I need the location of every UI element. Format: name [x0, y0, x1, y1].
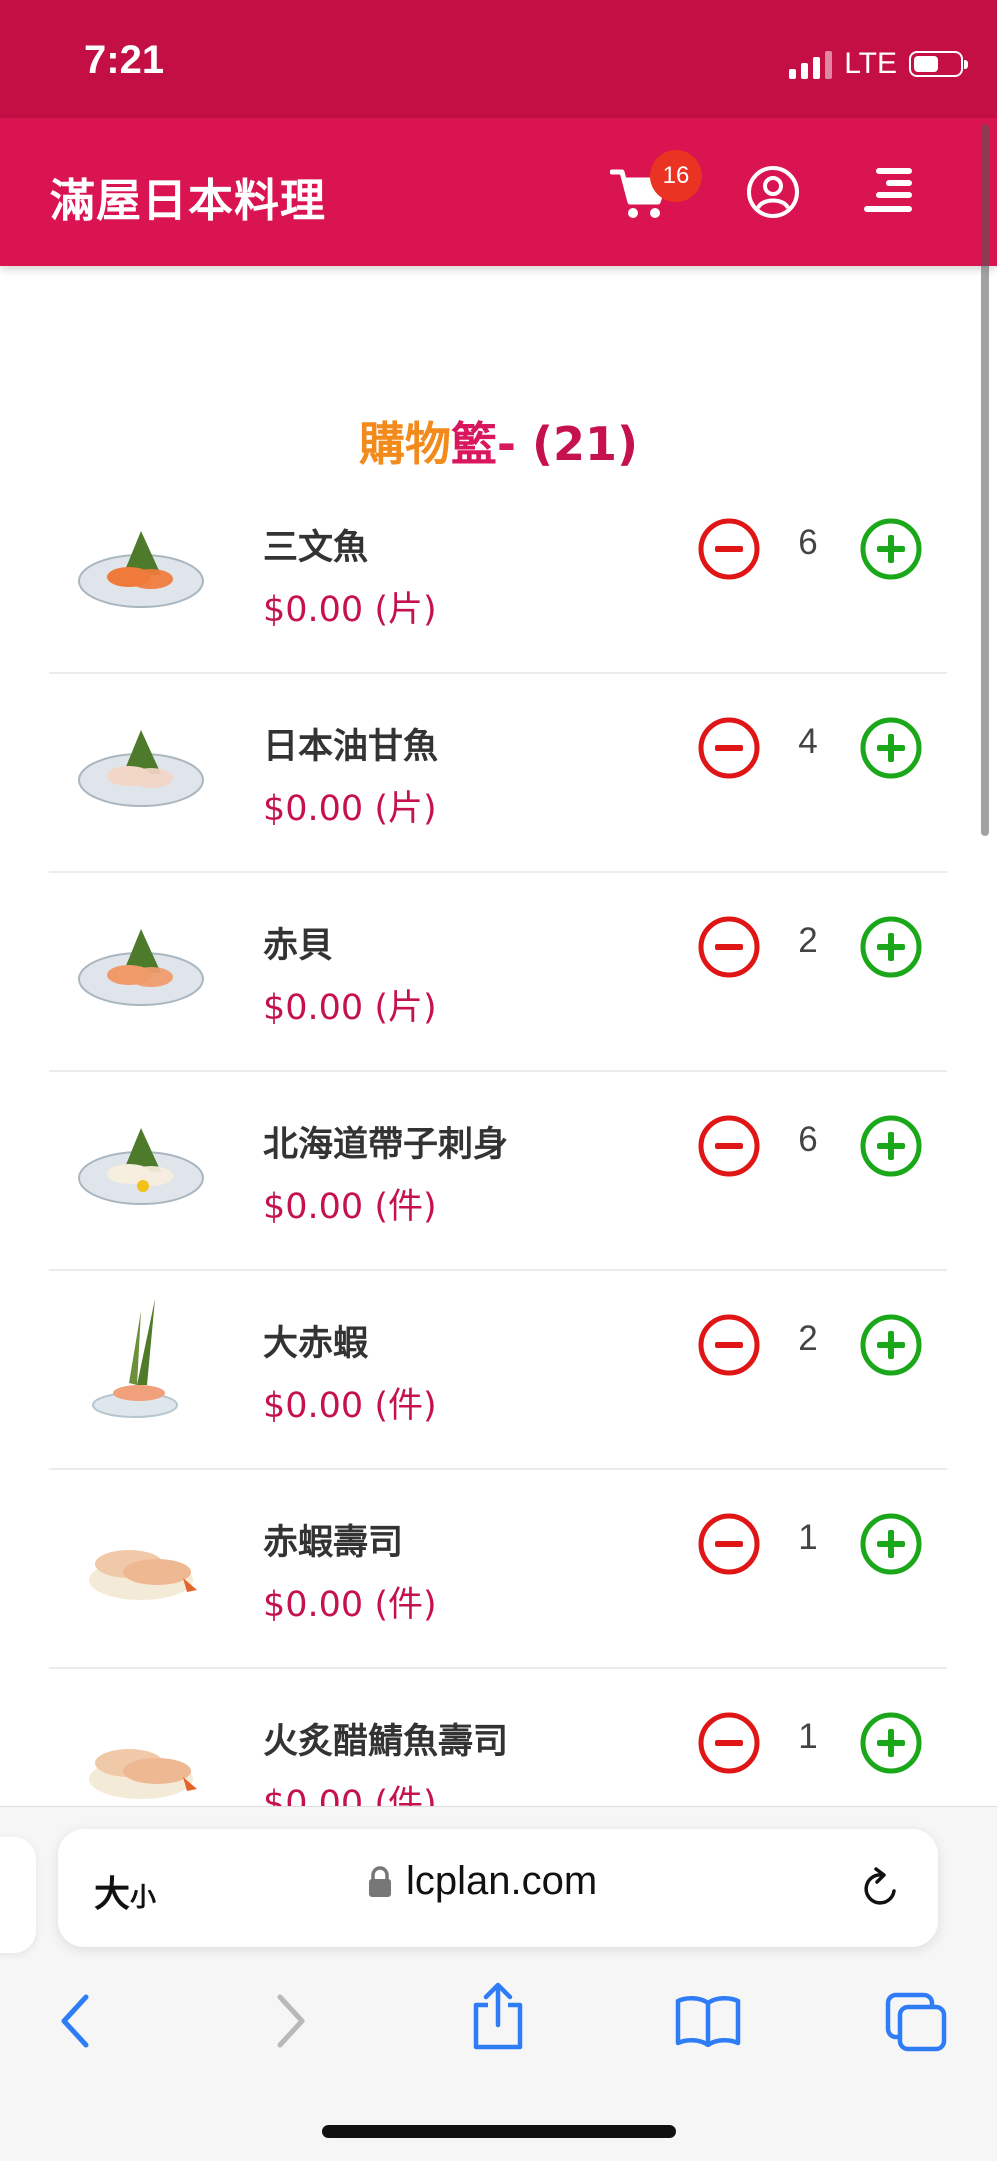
- url-text: lcplan.com: [406, 1859, 598, 1903]
- minus-circle-icon[interactable]: [697, 1512, 761, 1576]
- cart-item-row: 北海道帶子刺身 $0.00 (件) 6: [49, 1072, 947, 1271]
- app-header: 滿屋日本料理 16: [0, 118, 997, 266]
- food-image: [89, 1550, 197, 1600]
- cart-item-row: 三文魚 $0.00 (片) 6: [49, 475, 947, 674]
- cart-heading-part2: 籃-: [450, 417, 533, 471]
- plus-circle-icon[interactable]: [859, 1114, 923, 1178]
- user-circle-icon: [747, 166, 799, 218]
- browser-chrome: 大小 lcplan.com: [0, 1806, 997, 2161]
- item-price: $0.00 (件): [263, 1784, 437, 1806]
- cart-heading-part1: 購物: [358, 417, 451, 471]
- item-quantity: 4: [798, 722, 818, 761]
- item-name: 火炙醋鯖魚壽司: [263, 1722, 509, 1762]
- item-price: $0.00 (件): [263, 1386, 437, 1426]
- status-indicators: LTE: [789, 44, 968, 84]
- tabs-icon[interactable]: [884, 1991, 948, 2053]
- status-time: 7:21: [84, 38, 165, 82]
- item-price: $0.00 (件): [263, 1187, 437, 1227]
- cart-heading: 購物籃- (21): [0, 408, 997, 474]
- minus-circle-icon[interactable]: [697, 915, 761, 979]
- address-bar[interactable]: 大小 lcplan.com: [58, 1829, 938, 1947]
- item-quantity: 2: [798, 1319, 818, 1358]
- cart-item-list: 三文魚 $0.00 (片) 6 日本油甘魚 $0.00 (片) 4 赤貝 $0.…: [49, 475, 947, 1806]
- food-image: [78, 929, 204, 1006]
- plus-circle-icon[interactable]: [859, 915, 923, 979]
- minus-circle-icon[interactable]: [697, 1313, 761, 1377]
- battery-icon: [909, 51, 968, 77]
- minus-circle-icon[interactable]: [697, 1711, 761, 1775]
- item-name: 北海道帶子刺身: [263, 1125, 509, 1165]
- item-name: 大赤蝦: [263, 1324, 369, 1364]
- menu-button[interactable]: [862, 164, 914, 222]
- status-bar: 7:21 LTE: [0, 0, 997, 118]
- account-button[interactable]: [745, 164, 801, 224]
- network-label: LTE: [844, 47, 897, 80]
- book-icon[interactable]: [674, 1993, 742, 2047]
- item-quantity: 1: [798, 1518, 818, 1557]
- plus-circle-icon[interactable]: [859, 1313, 923, 1377]
- cart-item-row: 赤貝 $0.00 (片) 2: [49, 873, 947, 1072]
- home-indicator[interactable]: [322, 2125, 676, 2138]
- item-quantity: 1: [798, 1717, 818, 1756]
- item-quantity: 6: [798, 523, 818, 562]
- minus-circle-icon[interactable]: [697, 517, 761, 581]
- item-name: 三文魚: [263, 528, 369, 568]
- browser-toolbar: [0, 1977, 997, 2067]
- food-image: [89, 1749, 197, 1799]
- item-price: $0.00 (片): [263, 988, 437, 1028]
- cart-item-row: 火炙醋鯖魚壽司 $0.00 (件) 1: [49, 1669, 947, 1806]
- page-scrollbar[interactable]: [981, 124, 989, 836]
- food-image: [78, 730, 204, 807]
- menu-icon: [864, 168, 912, 212]
- food-image: [78, 531, 204, 608]
- item-quantity: 2: [798, 921, 818, 960]
- cart-total-count: (21): [532, 417, 639, 471]
- item-name: 日本油甘魚: [263, 727, 439, 767]
- plus-circle-icon[interactable]: [859, 517, 923, 581]
- share-icon[interactable]: [468, 1981, 528, 2051]
- cart-item-row: 赤蝦壽司 $0.00 (件) 1: [49, 1470, 947, 1669]
- cart-count-badge: 16: [650, 150, 702, 202]
- minus-circle-icon[interactable]: [697, 716, 761, 780]
- chevron-right-icon[interactable]: [270, 1991, 310, 2051]
- cart-button[interactable]: 16: [610, 150, 702, 228]
- food-image: [78, 1128, 204, 1205]
- site-title[interactable]: 滿屋日本料理: [50, 164, 326, 229]
- plus-circle-icon[interactable]: [859, 1711, 923, 1775]
- reload-icon[interactable]: [858, 1863, 904, 1911]
- item-price: $0.00 (片): [263, 789, 437, 829]
- plus-circle-icon[interactable]: [859, 1512, 923, 1576]
- text-size-button[interactable]: 大小: [94, 1865, 156, 1917]
- minus-circle-icon[interactable]: [697, 1114, 761, 1178]
- cart-item-row: 大赤蝦 $0.00 (件) 2: [49, 1271, 947, 1470]
- item-quantity: 6: [798, 1120, 818, 1159]
- signal-icon: [789, 49, 833, 79]
- previous-tab-peek[interactable]: [0, 1837, 36, 1953]
- food-image: [92, 1299, 178, 1418]
- cart-item-row: 日本油甘魚 $0.00 (片) 4: [49, 674, 947, 873]
- url-display[interactable]: lcplan.com: [368, 1859, 597, 1904]
- item-price: $0.00 (片): [263, 590, 437, 630]
- lock-icon: [369, 1865, 391, 1897]
- plus-circle-icon[interactable]: [859, 716, 923, 780]
- item-price: $0.00 (件): [263, 1585, 437, 1625]
- chevron-left-icon[interactable]: [56, 1991, 96, 2051]
- item-name: 赤蝦壽司: [263, 1523, 404, 1563]
- item-name: 赤貝: [263, 926, 334, 966]
